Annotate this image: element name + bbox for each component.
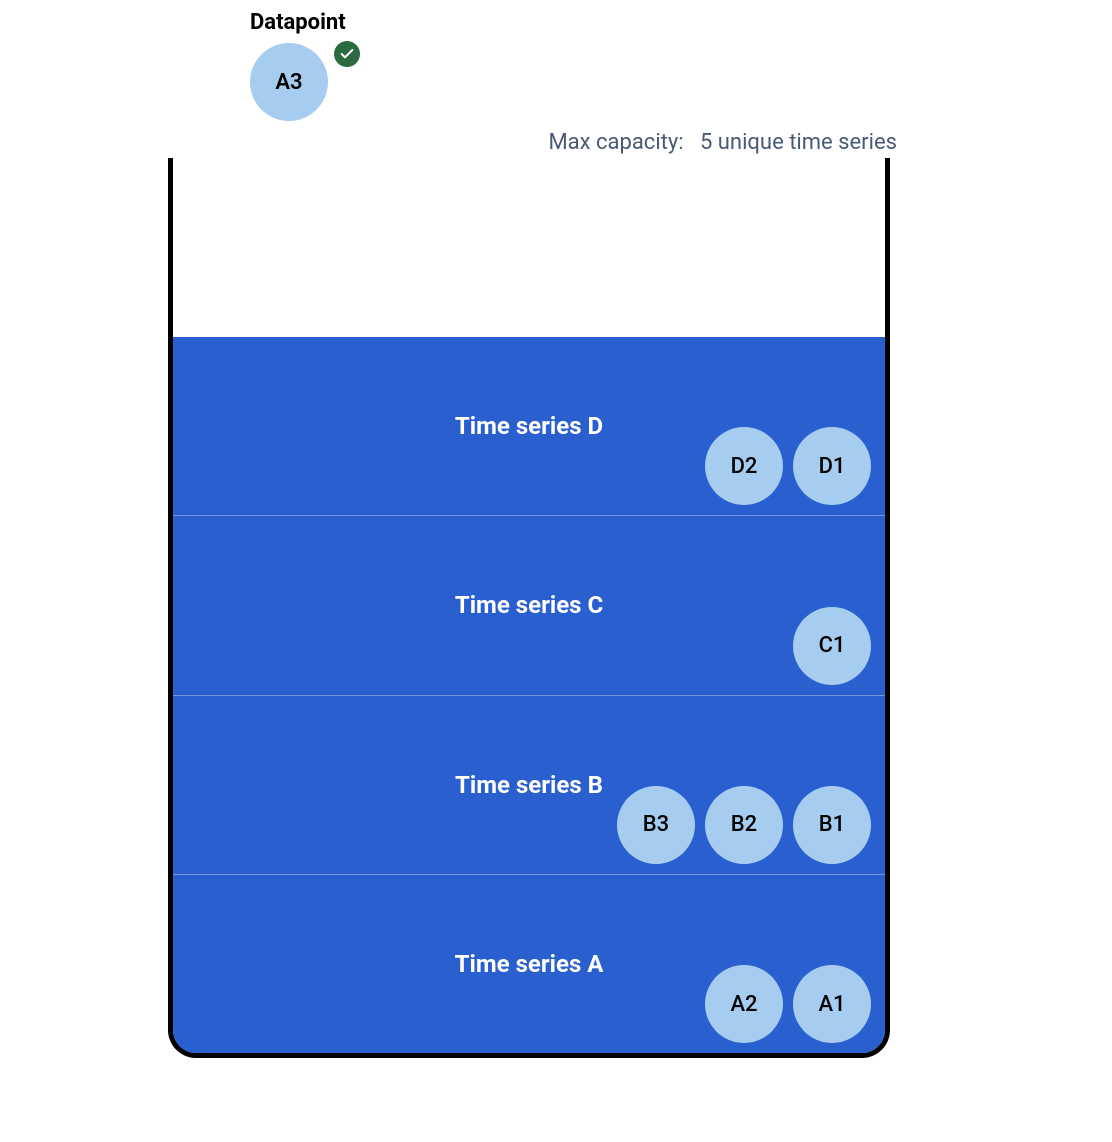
point-label: B3: [643, 812, 669, 837]
series-points-group: C1: [793, 607, 871, 685]
capacity-label: Max capacity:: [548, 130, 683, 155]
point-circle: D2: [705, 427, 783, 505]
point-label: B2: [731, 812, 757, 837]
point-label: D2: [731, 454, 758, 479]
series-label: Time series D: [455, 412, 603, 440]
point-circle: B1: [793, 786, 871, 864]
incoming-datapoint-circle: A3: [250, 43, 328, 121]
series-points-group: D1 D2: [705, 427, 871, 505]
series-label: Time series C: [455, 591, 603, 619]
point-label: D1: [819, 454, 846, 479]
point-circle: B3: [617, 786, 695, 864]
point-label: A2: [730, 992, 757, 1017]
series-label: Time series B: [455, 771, 603, 799]
point-circle: D1: [793, 427, 871, 505]
point-label: B1: [819, 812, 845, 837]
incoming-datapoint-label: A3: [275, 70, 302, 95]
series-label: Time series A: [455, 950, 604, 978]
point-circle: B2: [705, 786, 783, 864]
series-row: Time series A A1 A2: [173, 874, 885, 1053]
bucket-fill: Time series DD1D2Time series CC1Time ser…: [173, 337, 885, 1053]
datapoint-title: Datapoint: [250, 10, 360, 35]
datapoint-header: Datapoint A3: [250, 10, 360, 121]
check-icon: [334, 41, 360, 67]
point-circle: A1: [793, 965, 871, 1043]
series-row: Time series C C1: [173, 515, 885, 694]
series-row: Time series B B1 B2 B3: [173, 695, 885, 874]
point-circle: C1: [793, 607, 871, 685]
series-points-group: A1 A2: [705, 965, 871, 1043]
point-label: C1: [819, 633, 846, 658]
series-points-group: B1 B2 B3: [617, 786, 871, 864]
datapoint-row: A3: [250, 43, 360, 121]
capacity-line: Max capacity: 5 unique time series: [548, 130, 897, 155]
bucket-container: Time series DD1D2Time series CC1Time ser…: [168, 158, 890, 1058]
point-label: A1: [818, 992, 845, 1017]
point-circle: A2: [705, 965, 783, 1043]
series-row: Time series D D1 D2: [173, 337, 885, 515]
capacity-value: 5 unique time series: [700, 130, 897, 155]
